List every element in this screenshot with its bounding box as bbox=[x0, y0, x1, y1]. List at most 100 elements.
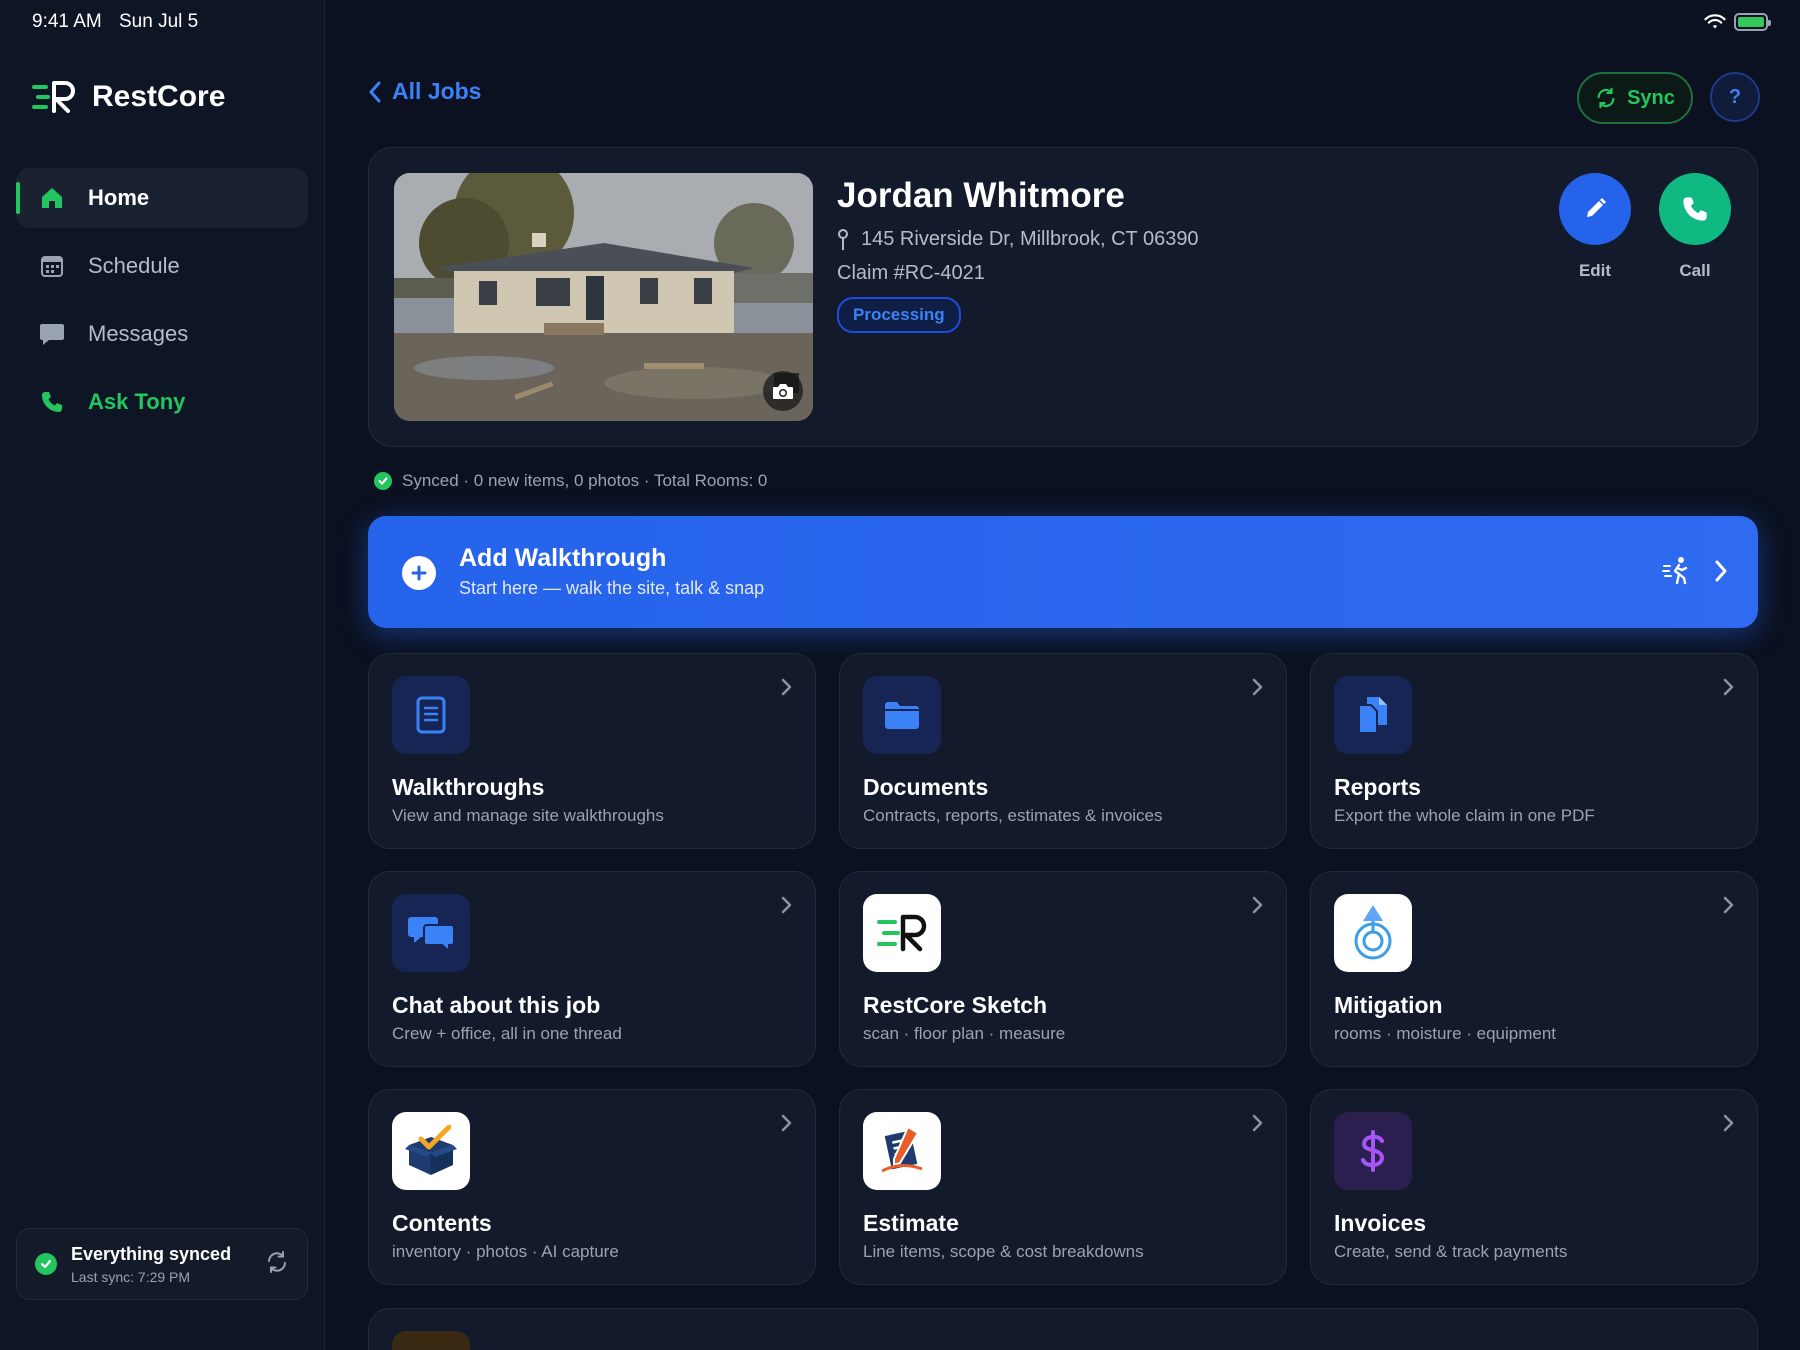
tile-title: Documents bbox=[863, 774, 989, 800]
restcore-logo-icon bbox=[863, 894, 941, 972]
pencil-icon bbox=[1559, 173, 1631, 245]
chevron-right-icon bbox=[1723, 896, 1734, 914]
tile-subtitle: Create, send & track payments bbox=[1334, 1242, 1568, 1261]
tile-subtitle: Contracts, reports, estimates & invoices bbox=[863, 806, 1163, 825]
folder-icon bbox=[863, 676, 941, 754]
brand: RestCore bbox=[32, 80, 225, 114]
plus-circle-icon bbox=[402, 556, 436, 590]
chevron-right-icon bbox=[1723, 678, 1734, 696]
tile-chat[interactable]: Chat about this job Crew + office, all i… bbox=[368, 871, 816, 1067]
tile-title: Mitigation bbox=[1334, 992, 1443, 1018]
battery-icon bbox=[1734, 13, 1771, 31]
tile-subtitle: scan · floor plan · measure bbox=[863, 1024, 1066, 1043]
sidebar-item-label: Schedule bbox=[88, 253, 180, 278]
status-bar: 9:41 AM Sun Jul 5 bbox=[0, 0, 1800, 44]
camera-icon[interactable] bbox=[763, 371, 803, 411]
tile-restcore-sketch[interactable]: RestCore Sketch scan · floor plan · meas… bbox=[839, 871, 1287, 1067]
sidebar: RestCore Home Schedule Messages Ask Tony bbox=[0, 0, 325, 1350]
sync-status-panel: Everything synced Last sync: 7:29 PM bbox=[16, 1228, 308, 1300]
sync-summary: Synced · 0 new items, 0 photos · Total R… bbox=[374, 471, 767, 491]
sync-label: Sync bbox=[1627, 86, 1675, 109]
sidebar-item-label: Home bbox=[88, 185, 150, 210]
sync-icon bbox=[1597, 87, 1615, 109]
sync-button[interactable]: Sync bbox=[1577, 72, 1693, 124]
chevron-right-icon bbox=[1715, 560, 1727, 582]
tile-subtitle: Line items, scope & cost breakdowns bbox=[863, 1242, 1144, 1261]
tile-title: Walkthroughs bbox=[392, 774, 545, 800]
topbar: All Jobs Sync ? bbox=[368, 66, 1760, 124]
tile-title: Contents bbox=[392, 1210, 492, 1236]
sync-title: Everything synced bbox=[71, 1243, 232, 1264]
check-circle-icon bbox=[374, 472, 392, 490]
call-button[interactable]: Call bbox=[1659, 173, 1731, 281]
chevron-right-icon bbox=[1252, 678, 1263, 696]
tile-subtitle: Export the whole claim in one PDF bbox=[1334, 806, 1595, 825]
help-button[interactable]: ? bbox=[1710, 72, 1760, 122]
message-icon bbox=[38, 320, 66, 348]
tile-subtitle: rooms · moisture · equipment bbox=[1334, 1024, 1557, 1043]
edit-button[interactable]: Edit bbox=[1559, 173, 1631, 281]
tile-icon-partial bbox=[392, 1331, 470, 1350]
phone-icon bbox=[1659, 173, 1731, 245]
call-label: Call bbox=[1679, 261, 1711, 280]
tile-mitigation[interactable]: Mitigation rooms · moisture · equipment bbox=[1310, 871, 1758, 1067]
sidebar-nav: Home Schedule Messages Ask Tony bbox=[16, 168, 308, 440]
chevron-right-icon bbox=[1252, 896, 1263, 914]
chevron-right-icon bbox=[1252, 1114, 1263, 1132]
help-label: ? bbox=[1728, 85, 1742, 108]
tile-title: Chat about this job bbox=[392, 992, 601, 1018]
water-drop-icon bbox=[1334, 894, 1412, 972]
tile-title: Invoices bbox=[1334, 1210, 1427, 1236]
tile-walkthroughs[interactable]: Walkthroughs View and manage site walkth… bbox=[368, 653, 816, 849]
house-photo bbox=[394, 173, 813, 421]
tile-title: RestCore Sketch bbox=[863, 992, 1048, 1018]
tile-estimate[interactable]: Estimate Line items, scope & cost breakd… bbox=[839, 1089, 1287, 1285]
restcore-logo-icon bbox=[32, 81, 75, 113]
claim-number: Claim #RC-4021 bbox=[837, 262, 985, 284]
chevron-right-icon bbox=[781, 1114, 792, 1132]
job-card: Jordan Whitmore 145 Riverside Dr, Millbr… bbox=[368, 147, 1758, 447]
clock-date: Sun Jul 5 bbox=[119, 11, 199, 32]
feature-grid: Walkthroughs View and manage site walkth… bbox=[368, 653, 1758, 1285]
dollar-icon bbox=[1334, 1112, 1412, 1190]
job-address: 145 Riverside Dr, Millbrook, CT 06390 bbox=[837, 228, 1199, 251]
status-badge: Processing bbox=[837, 297, 961, 333]
chevron-right-icon bbox=[1723, 1114, 1734, 1132]
edit-label: Edit bbox=[1578, 261, 1612, 280]
sidebar-item-home[interactable]: Home bbox=[16, 168, 308, 228]
sync-subtitle: Last sync: 7:29 PM bbox=[71, 1268, 191, 1285]
sidebar-item-ask-tony[interactable]: Ask Tony bbox=[16, 372, 308, 432]
back-label: All Jobs bbox=[392, 78, 482, 104]
status-time: 9:41 AM Sun Jul 5 bbox=[32, 11, 210, 33]
back-to-all-jobs-link[interactable]: All Jobs bbox=[368, 78, 481, 105]
pin-icon bbox=[838, 228, 848, 250]
wifi-icon bbox=[1704, 14, 1726, 29]
sidebar-item-messages[interactable]: Messages bbox=[16, 304, 308, 364]
property-photo[interactable] bbox=[394, 173, 813, 421]
tile-title: Estimate bbox=[863, 1210, 959, 1236]
sidebar-item-label: Messages bbox=[88, 321, 189, 346]
tile-documents[interactable]: Documents Contracts, reports, estimates … bbox=[839, 653, 1287, 849]
tile-title: Reports bbox=[1334, 774, 1421, 800]
chevron-right-icon bbox=[781, 678, 792, 696]
tile-reports[interactable]: Reports Export the whole claim in one PD… bbox=[1310, 653, 1758, 849]
refresh-icon[interactable] bbox=[265, 1250, 289, 1279]
sidebar-item-schedule[interactable]: Schedule bbox=[16, 236, 308, 296]
document-list-icon bbox=[392, 676, 470, 754]
walking-person-icon bbox=[1662, 557, 1688, 585]
tile-subtitle: inventory · photos · AI capture bbox=[392, 1242, 619, 1261]
tile-partial[interactable] bbox=[368, 1308, 1758, 1350]
box-check-icon bbox=[392, 1112, 470, 1190]
add-walkthrough-button[interactable]: Add Walkthrough Start here — walk the si… bbox=[368, 516, 1758, 628]
chevron-right-icon bbox=[781, 896, 792, 914]
sync-summary-text: Synced · 0 new items, 0 photos · Total R… bbox=[402, 471, 768, 490]
calendar-icon bbox=[38, 252, 66, 280]
phone-icon bbox=[38, 388, 66, 416]
copy-document-icon bbox=[1334, 676, 1412, 754]
walkthrough-title: Add Walkthrough bbox=[459, 544, 667, 572]
chat-bubbles-icon bbox=[392, 894, 470, 972]
home-icon bbox=[38, 184, 66, 212]
sidebar-item-label: Ask Tony bbox=[88, 389, 186, 414]
tile-invoices[interactable]: Invoices Create, send & track payments bbox=[1310, 1089, 1758, 1285]
tile-contents[interactable]: Contents inventory · photos · AI capture bbox=[368, 1089, 816, 1285]
